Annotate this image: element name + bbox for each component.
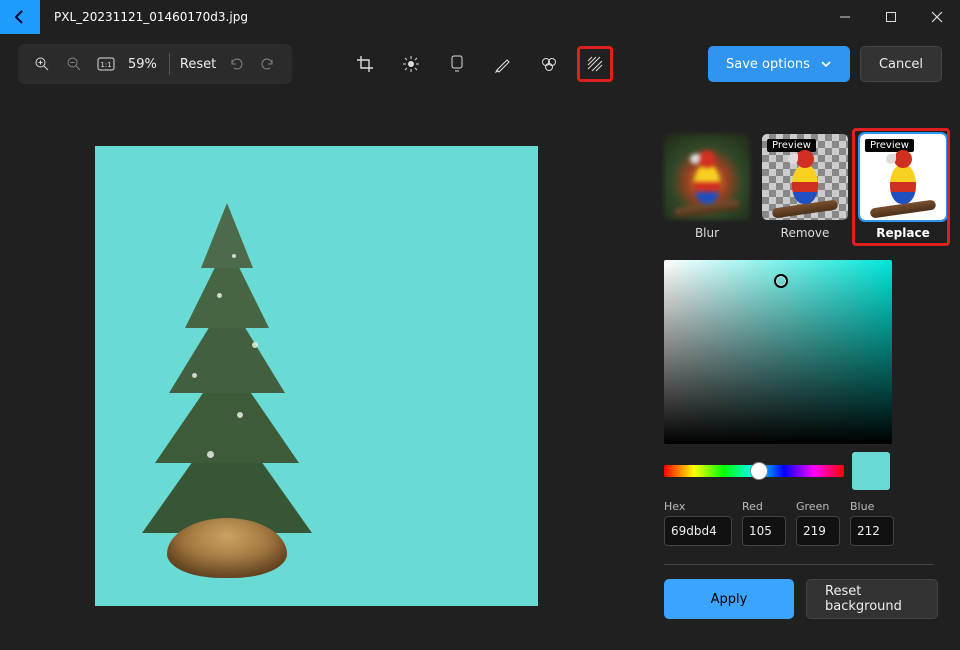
main-area: Blur Preview Remove Preview Replace bbox=[0, 98, 960, 650]
hue-slider[interactable] bbox=[664, 465, 844, 477]
green-input[interactable] bbox=[796, 516, 840, 546]
minimize-button[interactable] bbox=[822, 0, 868, 34]
chevron-down-icon bbox=[820, 58, 832, 70]
save-options-label: Save options bbox=[726, 57, 810, 72]
bg-option-blur[interactable]: Blur bbox=[664, 134, 750, 240]
cancel-label: Cancel bbox=[879, 57, 923, 72]
subject-image bbox=[137, 178, 317, 578]
reset-view-button[interactable]: Reset bbox=[180, 57, 216, 72]
maximize-button[interactable] bbox=[868, 0, 914, 34]
hex-label: Hex bbox=[664, 500, 732, 513]
undo-icon[interactable] bbox=[220, 48, 252, 80]
bg-thumb-blur bbox=[664, 134, 750, 220]
current-color-swatch bbox=[852, 452, 890, 490]
background-tool-icon[interactable] bbox=[577, 46, 613, 82]
zoom-out-icon[interactable] bbox=[58, 48, 90, 80]
retouch-icon[interactable] bbox=[531, 46, 567, 82]
adjust-icon[interactable] bbox=[393, 46, 429, 82]
reset-bg-label: Reset background bbox=[825, 584, 919, 614]
hue-row bbox=[664, 452, 938, 490]
crop-icon[interactable] bbox=[347, 46, 383, 82]
apply-label: Apply bbox=[711, 592, 748, 607]
header-actions: Save options Cancel bbox=[708, 46, 942, 82]
separator bbox=[169, 53, 170, 75]
zoom-in-icon[interactable] bbox=[26, 48, 58, 80]
markup-icon[interactable] bbox=[485, 46, 521, 82]
canvas-wrap bbox=[0, 98, 660, 650]
panel-actions: Apply Reset background bbox=[664, 579, 938, 619]
window-controls bbox=[822, 0, 960, 34]
bg-option-label: Blur bbox=[664, 226, 750, 240]
picker-cursor[interactable] bbox=[774, 274, 788, 288]
apply-button[interactable]: Apply bbox=[664, 579, 794, 619]
cancel-button[interactable]: Cancel bbox=[860, 46, 942, 82]
edit-tools bbox=[347, 44, 613, 84]
bg-option-remove[interactable]: Preview Remove bbox=[762, 134, 848, 240]
zoom-group: 1:1 59% Reset bbox=[18, 44, 292, 84]
green-label: Green bbox=[796, 500, 840, 513]
red-input[interactable] bbox=[742, 516, 786, 546]
bg-option-thumbs: Blur Preview Remove Preview Replace bbox=[660, 134, 938, 240]
reset-background-button[interactable]: Reset background bbox=[806, 579, 938, 619]
fit-icon[interactable]: 1:1 bbox=[90, 48, 122, 80]
image-canvas[interactable] bbox=[95, 146, 538, 606]
bg-thumb-remove: Preview bbox=[762, 134, 848, 220]
toolbar: 1:1 59% Reset Save op bbox=[0, 34, 960, 94]
background-panel: Blur Preview Remove Preview Replace bbox=[660, 98, 960, 650]
titlebar: PXL_20231121_01460170d3.jpg bbox=[0, 0, 960, 34]
blue-label: Blue bbox=[850, 500, 894, 513]
svg-text:1:1: 1:1 bbox=[100, 61, 111, 69]
bg-option-label: Replace bbox=[860, 226, 946, 240]
window-filename: PXL_20231121_01460170d3.jpg bbox=[54, 10, 248, 24]
zoom-percent: 59% bbox=[128, 57, 157, 72]
blue-input[interactable] bbox=[850, 516, 894, 546]
red-label: Red bbox=[742, 500, 786, 513]
filter-icon[interactable] bbox=[439, 46, 475, 82]
color-inputs: Hex Red Green Blue bbox=[664, 500, 938, 546]
divider bbox=[664, 564, 934, 565]
bg-option-label: Remove bbox=[762, 226, 848, 240]
redo-icon[interactable] bbox=[252, 48, 284, 80]
hue-thumb[interactable] bbox=[750, 462, 768, 480]
close-button[interactable] bbox=[914, 0, 960, 34]
hex-input[interactable] bbox=[664, 516, 732, 546]
color-saturation-picker[interactable] bbox=[664, 260, 892, 444]
bg-thumb-replace: Preview bbox=[860, 134, 946, 220]
save-options-button[interactable]: Save options bbox=[708, 46, 850, 82]
bg-option-replace[interactable]: Preview Replace bbox=[860, 134, 946, 240]
back-button[interactable] bbox=[0, 0, 40, 34]
